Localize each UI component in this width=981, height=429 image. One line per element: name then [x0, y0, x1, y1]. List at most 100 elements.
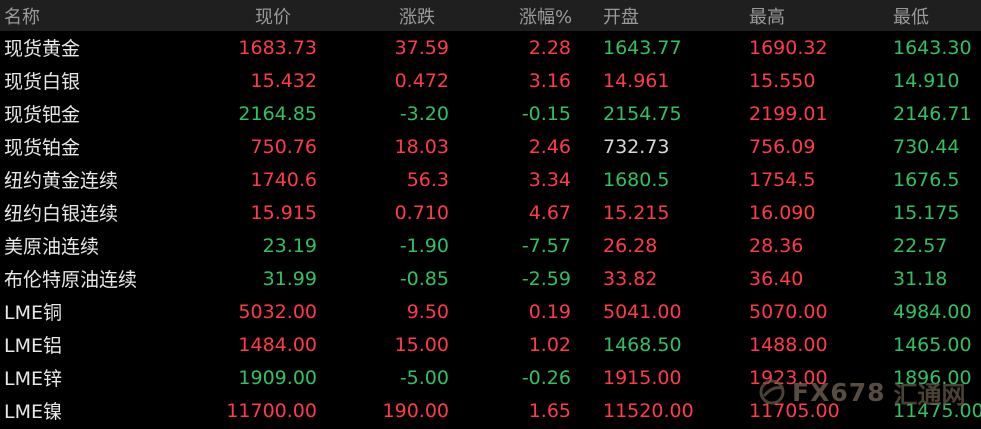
watermark: FX678 汇通网	[758, 372, 966, 412]
cell-low: 1643.30	[893, 36, 972, 59]
cell-price: 15.915	[250, 201, 317, 224]
cell-change-pct: 3.16	[528, 69, 571, 92]
table-row[interactable]: 美原油连续 23.19 -1.90 -7.57 26.28 28.36 22.57	[0, 229, 981, 262]
cell-high: 2199.01	[749, 102, 828, 125]
cell-low: 1676.5	[893, 168, 960, 191]
cell-open: 5041.00	[603, 300, 682, 323]
cell-low: 22.57	[893, 234, 948, 257]
cell-open: 1915.00	[603, 366, 682, 389]
cell-low: 4984.00	[893, 300, 972, 323]
instrument-name: 现货白银	[4, 71, 81, 93]
cell-change: 18.03	[394, 135, 449, 158]
cell-change-pct: 2.46	[528, 135, 571, 158]
cell-change: -5.00	[399, 366, 449, 389]
cell-change-pct: -7.57	[521, 234, 571, 257]
column-header-name[interactable]: 名称	[4, 0, 40, 31]
cell-change-pct: -0.26	[521, 366, 571, 389]
cell-price: 11700.00	[226, 399, 317, 422]
cell-price: 750.76	[250, 135, 317, 158]
cell-change-pct: 2.28	[528, 36, 571, 59]
cell-high: 1488.00	[749, 333, 828, 356]
cell-change-pct: 0.19	[528, 300, 571, 323]
table-row[interactable]: LME铝 1484.00 15.00 1.02 1468.50 1488.00 1465.0…	[0, 328, 981, 361]
column-header-change[interactable]: 涨跌	[399, 0, 435, 31]
cell-high: 1690.32	[749, 36, 828, 59]
cell-change-pct: 3.34	[528, 168, 571, 191]
cell-change-pct: 4.67	[528, 201, 571, 224]
instrument-name: 纽约黄金连续	[4, 170, 119, 192]
table-row[interactable]: 纽约白银连续 15.915 0.710 4.67 15.215 16.090 15.175	[0, 196, 981, 229]
instrument-name: 美原油连续	[4, 236, 100, 258]
cell-change: 190.00	[382, 399, 449, 422]
cell-open: 1643.77	[603, 36, 682, 59]
column-header-open[interactable]: 开盘	[603, 0, 639, 31]
cell-high: 1754.5	[749, 168, 816, 191]
cell-change: -1.90	[399, 234, 449, 257]
instrument-name: 现货黄金	[4, 38, 81, 60]
cell-high: 28.36	[749, 234, 804, 257]
column-header-high[interactable]: 最高	[749, 0, 785, 31]
column-header-low[interactable]: 最低	[893, 0, 929, 31]
watermark-cn-text: 汇通网	[893, 380, 966, 409]
table-row[interactable]: 现货白银 15.432 0.472 3.16 14.961 15.550 14.910	[0, 64, 981, 97]
cell-price: 2164.85	[238, 102, 317, 125]
cell-open: 26.28	[603, 234, 658, 257]
cell-high: 36.40	[749, 267, 804, 290]
instrument-name: 现货钯金	[4, 104, 81, 126]
cell-open: 14.961	[603, 69, 670, 92]
cell-change: -3.20	[399, 102, 449, 125]
cell-price: 1683.73	[238, 36, 317, 59]
cell-price: 1484.00	[238, 333, 317, 356]
column-header-change-pct[interactable]: 涨幅%	[519, 0, 572, 31]
cell-change-pct: -0.15	[521, 102, 571, 125]
instrument-name: LME锌	[4, 368, 62, 390]
cell-change: 0.472	[394, 69, 449, 92]
table-row[interactable]: 现货铂金 750.76 18.03 2.46 732.73 756.09 730.44	[0, 130, 981, 163]
cell-open: 2154.75	[603, 102, 682, 125]
cell-price: 1740.6	[250, 168, 317, 191]
quote-table: 名称 现价 涨跌 涨幅% 开盘 最高 最低 现货黄金 1683.73 37.59 2.…	[0, 0, 981, 429]
cell-low: 14.910	[893, 69, 960, 92]
column-header-price[interactable]: 现价	[255, 0, 291, 31]
table-row[interactable]: 纽约黄金连续 1740.6 56.3 3.34 1680.5 1754.5 1676.5	[0, 163, 981, 196]
instrument-name: 布伦特原油连续	[4, 269, 138, 291]
cell-change: -0.85	[399, 267, 449, 290]
instrument-name: LME铝	[4, 335, 62, 357]
cell-low: 31.18	[893, 267, 948, 290]
cell-change: 0.710	[394, 201, 449, 224]
cell-low: 15.175	[893, 201, 960, 224]
cell-open: 11520.00	[603, 399, 694, 422]
table-row[interactable]: 现货黄金 1683.73 37.59 2.28 1643.77 1690.32 1643.3…	[0, 31, 981, 64]
cell-open: 732.73	[603, 135, 670, 158]
cell-price: 15.432	[250, 69, 317, 92]
cell-open: 33.82	[603, 267, 658, 290]
cell-high: 15.550	[749, 69, 816, 92]
table-row[interactable]: LME铜 5032.00 9.50 0.19 5041.00 5070.00 4984.00	[0, 295, 981, 328]
cell-low: 2146.71	[893, 102, 972, 125]
cell-change-pct: 1.65	[528, 399, 571, 422]
cell-change-pct: 1.02	[528, 333, 571, 356]
table-row[interactable]: 现货钯金 2164.85 -3.20 -0.15 2154.75 2199.01 2146.…	[0, 97, 981, 130]
cell-low: 1465.00	[893, 333, 972, 356]
instrument-name: LME铜	[4, 302, 62, 324]
cell-high: 5070.00	[749, 300, 828, 323]
cell-price: 1909.00	[238, 366, 317, 389]
cell-price: 23.19	[262, 234, 317, 257]
cell-high: 756.09	[749, 135, 816, 158]
cell-open: 1680.5	[603, 168, 670, 191]
cell-price: 5032.00	[238, 300, 317, 323]
cell-change: 9.50	[406, 300, 449, 323]
cell-change: 56.3	[406, 168, 449, 191]
watermark-text: FX678	[792, 377, 886, 407]
cell-change: 37.59	[394, 36, 449, 59]
cell-open: 15.215	[603, 201, 670, 224]
cell-open: 1468.50	[603, 333, 682, 356]
cell-change: 15.00	[394, 333, 449, 356]
cell-high: 16.090	[749, 201, 816, 224]
instrument-name: 现货铂金	[4, 137, 81, 159]
cell-low: 730.44	[893, 135, 960, 158]
table-row[interactable]: 布伦特原油连续 31.99 -0.85 -2.59 33.82 36.40 31.18	[0, 262, 981, 295]
cell-change-pct: -2.59	[521, 267, 571, 290]
instrument-name: 纽约白银连续	[4, 203, 119, 225]
globe-logo-icon	[759, 379, 785, 405]
